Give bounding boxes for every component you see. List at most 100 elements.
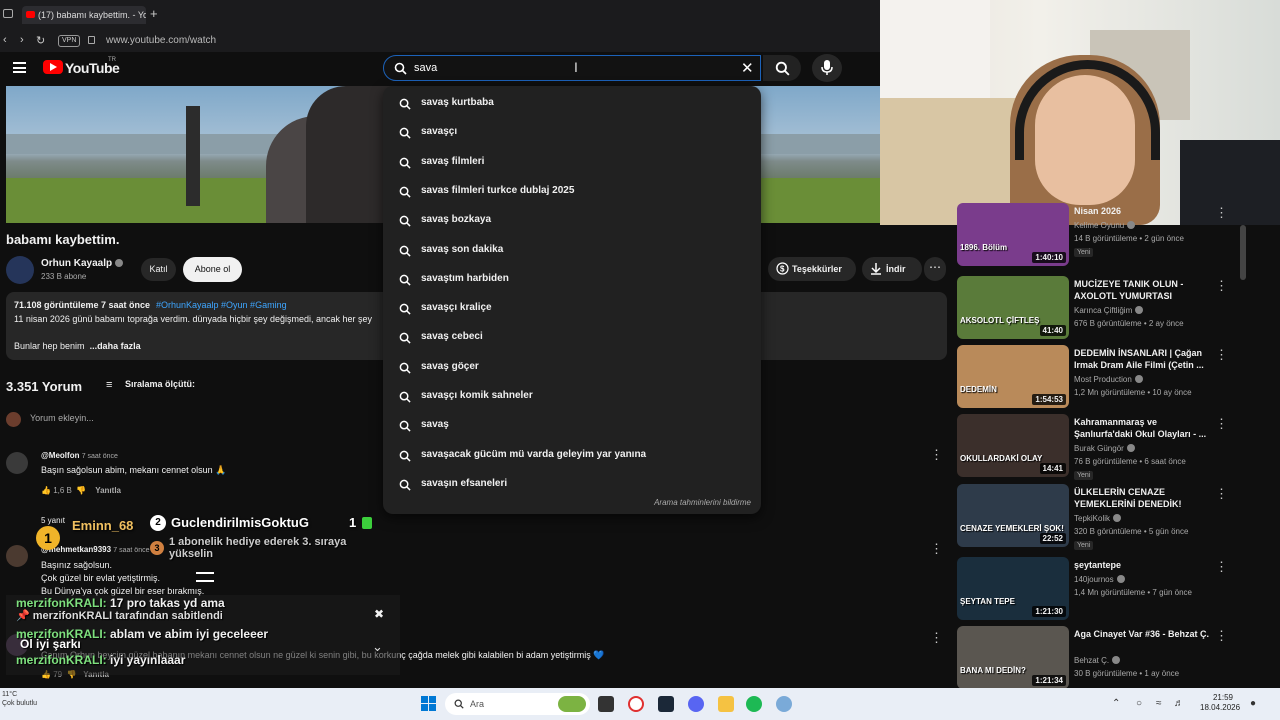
like-icon[interactable]: 👍 [41,486,51,495]
video-channel[interactable]: Burak Güngör [1074,444,1135,453]
tray-arrow-icon[interactable]: ⌃ [1112,698,1120,709]
search-box[interactable]: I ✕ [383,55,761,81]
add-comment-input[interactable]: Yorum ekleyin... [30,413,94,423]
wifi-icon[interactable]: ≈ [1156,698,1162,709]
video-title[interactable]: MUCİZEYE TANIK OLUN - AXOLOTL YUMURTASI [1074,278,1214,302]
search-suggestion[interactable]: savaş kurtbaba [383,89,761,118]
report-predictions-link[interactable]: Arama tahminlerini bildirme [654,498,751,507]
search-suggestion[interactable]: savaşacak gücüm mü varda geleyim yar yan… [383,441,761,470]
video-menu-icon[interactable]: ⋮ [1215,347,1228,363]
search-suggestion[interactable]: savaş göçer [383,353,761,382]
video-channel[interactable]: Kelime Oyunu [1074,221,1136,230]
weather-widget[interactable]: 11°C Çok bulutlu [2,690,37,708]
related-video[interactable]: CENAZE YEMEKLERİ ŞOK! 22:52 ÜLKELERİN CENA… [955,484,1240,550]
description-more[interactable]: Bunlar hep benim ...daha fazla [14,341,141,351]
video-channel-name[interactable]: Burak Güngör [1074,444,1124,453]
search-suggestion[interactable]: savaşçı kraliçe [383,294,761,323]
lock-icon[interactable] [88,36,95,44]
reply-button[interactable]: Yanıtla [95,486,121,495]
related-video[interactable]: OKULLARDAKİ OLAY 14:41 Kahramanmaraş ve Şa… [955,414,1240,480]
video-thumbnail[interactable]: 1896. Bölüm 1:40:10 [957,203,1069,266]
related-video[interactable]: ŞEYTAN TEPE 1:21:30 şeytantepe 140journos 1,… [955,557,1240,623]
search-suggestion[interactable]: savaş bozkaya [383,206,761,235]
video-thumbnail[interactable]: CENAZE YEMEKLERİ ŞOK! 22:52 [957,484,1069,547]
search-suggestion[interactable]: savaştım harbiden [383,265,761,294]
settings-icon[interactable] [776,696,792,712]
task-view-icon[interactable] [598,696,614,712]
menu-icon[interactable] [13,62,26,73]
video-channel[interactable]: TepkiKolik [1074,514,1122,523]
app-icon[interactable] [746,696,762,712]
search-suggestion[interactable]: savaşçı komik sahneler [383,382,761,411]
comment-author-name[interactable]: @Meolfon [41,451,79,460]
video-title[interactable]: Nisan 2026 [1074,205,1214,217]
search-button[interactable] [763,55,801,81]
comment-author[interactable]: @Meolfon 7 saat önce [41,451,118,460]
video-menu-icon[interactable]: ⋮ [1215,486,1228,502]
subscribe-button[interactable]: Abone ol [183,257,242,282]
channel-avatar[interactable] [6,256,34,284]
comment-menu-icon[interactable]: ⋮ [930,541,943,557]
video-thumbnail[interactable]: BANA MI DEDİN? 1:21:34 [957,626,1069,689]
video-channel-name[interactable]: Behzat Ç. [1074,656,1109,665]
search-suggestion[interactable]: savaş [383,411,761,440]
discord-icon[interactable] [688,696,704,712]
related-video[interactable]: 1896. Bölüm 1:40:10 Nisan 2026 Kelime Oyunu… [955,203,1240,269]
related-video[interactable]: BANA MI DEDİN? 1:21:34 Aga Cinayet Var #36… [955,626,1240,692]
search-suggestion[interactable]: savaş son dakika [383,236,761,265]
video-menu-icon[interactable]: ⋮ [1215,205,1228,221]
clock[interactable]: 21:59 18.04.2026 [1200,693,1240,713]
video-thumbnail[interactable]: ŞEYTAN TEPE 1:21:30 [957,557,1069,620]
search-suggestion[interactable]: savaşçı [383,118,761,147]
video-channel[interactable]: 140journos [1074,575,1125,584]
video-title[interactable]: Kahramanmaraş ve Şanlıurfa'daki Okul Ola… [1074,416,1214,440]
comment-menu-icon[interactable]: ⋮ [930,630,943,646]
notification-icon[interactable]: ● [1250,698,1256,709]
related-video[interactable]: DEDEMİN 1:54:53 DEDEMİN İNSANLARI | Çağan … [955,345,1240,411]
voice-search-button[interactable] [812,54,842,82]
video-title[interactable]: şeytantepe [1074,559,1214,571]
video-channel-name[interactable]: Most Production [1074,375,1132,384]
search-suggestion[interactable]: savas filmleri turkce dublaj 2025 [383,177,761,206]
video-menu-icon[interactable]: ⋮ [1215,416,1228,432]
video-menu-icon[interactable]: ⋮ [1215,278,1228,294]
show-more-link[interactable]: ...daha fazla [90,341,141,351]
steam-icon[interactable] [658,696,674,712]
volume-icon[interactable]: ♬ [1174,698,1184,709]
related-video[interactable]: AKSOLOTL ÇİFTLEŞ 41:40 MUCİZEYE TANIK OLUN… [955,276,1240,342]
comment-menu-icon[interactable]: ⋮ [930,447,943,463]
thanks-button[interactable]: $ Teşekkürler [768,257,856,281]
file-explorer-icon[interactable] [718,696,734,712]
comment-avatar[interactable] [6,452,28,474]
video-channel[interactable]: Karınca Çiftliğim [1074,306,1144,315]
reload-icon[interactable]: ↻ [36,34,45,47]
search-suggestion[interactable]: savaşın efsaneleri [383,470,761,499]
video-channel-name[interactable]: Kelime Oyunu [1074,221,1124,230]
search-input[interactable] [414,60,714,76]
youtube-logo-icon[interactable] [43,60,63,74]
clear-search-icon[interactable]: ✕ [741,59,754,77]
video-menu-icon[interactable]: ⋮ [1215,559,1228,575]
video-thumbnail[interactable]: DEDEMİN 1:54:53 [957,345,1069,408]
channel-name-text[interactable]: Orhun Kayaalp [41,258,112,269]
forward-icon[interactable]: › [20,34,24,46]
video-channel[interactable]: Behzat Ç. [1074,656,1121,665]
opera-icon[interactable] [628,696,644,712]
comment-time[interactable]: 7 saat önce [82,453,118,460]
more-actions-button[interactable]: ⋯ [924,257,946,281]
video-channel-name[interactable]: 140journos [1074,575,1114,584]
search-suggestion[interactable]: savaş filmleri [383,148,761,177]
download-button[interactable]: İndir [862,257,922,281]
channel-name[interactable]: Orhun Kayaalp [41,258,124,269]
new-tab-button[interactable]: + [150,6,158,21]
back-icon[interactable]: ‹ [3,34,7,46]
network-icon[interactable]: ○ [1136,698,1142,709]
video-title[interactable]: Aga Cinayet Var #36 - Behzat Ç. [1074,628,1214,640]
video-thumbnail[interactable]: OKULLARDAKİ OLAY 14:41 [957,414,1069,477]
video-menu-icon[interactable]: ⋮ [1215,628,1228,644]
windows-start-icon[interactable] [421,696,437,712]
video-channel[interactable]: Most Production [1074,375,1143,384]
tab-menu-icon[interactable] [3,9,13,18]
url-text[interactable]: www.youtube.com/watch [106,35,216,46]
join-button[interactable]: Katıl [141,258,176,281]
